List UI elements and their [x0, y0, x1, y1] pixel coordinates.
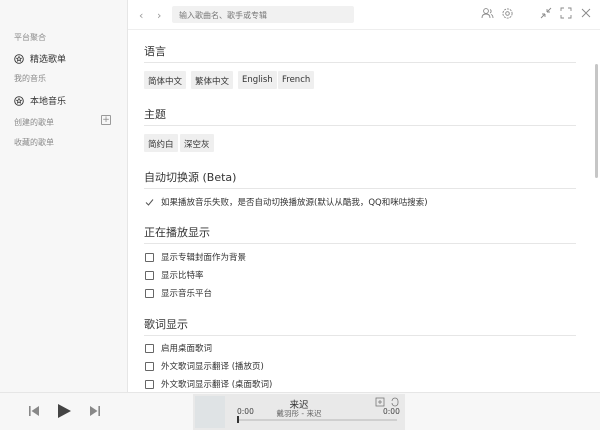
translate-lyrics-desktop-checkbox[interactable]: 外文歌词显示翻译 (桌面歌词) [145, 378, 272, 390]
close-icon[interactable] [580, 7, 592, 19]
sidebar-section-collected-playlists: 收藏的歌单 [14, 138, 54, 147]
now-playing-panel[interactable]: 来迟 戴羽彤 - 来迟 0:00 0:00 [193, 394, 405, 430]
language-option-traditional-chinese[interactable]: 繁体中文 [191, 71, 234, 89]
translate-lyrics-playpage-checkbox[interactable]: 外文歌词显示翻译 (播放页) [145, 360, 264, 372]
progress-bar[interactable] [237, 419, 397, 421]
play-icon[interactable] [57, 403, 72, 419]
user-icon[interactable] [481, 7, 494, 20]
checkbox-label: 显示专辑封面作为背景 [161, 253, 247, 263]
next-icon[interactable] [89, 405, 101, 417]
current-time: 0:00 [237, 407, 254, 416]
theme-option-dark[interactable]: 深空灰 [180, 134, 214, 152]
sidebar-item-label: 精选歌单 [30, 55, 67, 65]
language-option-simplified-chinese[interactable]: 简体中文 [144, 71, 187, 89]
checkbox-label: 外文歌词显示翻译 (桌面歌词) [161, 380, 273, 390]
section-title-autoswitch: 自动切换源 (Beta) [144, 171, 237, 184]
progress-handle[interactable] [237, 416, 239, 423]
sidebar-section-platform: 平台聚合 [14, 33, 46, 42]
checkmark-icon [145, 198, 154, 206]
checkbox-box [145, 252, 154, 262]
star-icon [14, 95, 24, 106]
add-to-playlist-icon[interactable] [375, 397, 385, 407]
section-title-language: 语言 [144, 45, 166, 58]
checkbox-box [145, 270, 154, 280]
language-option-english[interactable]: English [238, 71, 277, 89]
checkbox-box [145, 361, 154, 371]
scrollbar[interactable] [595, 64, 598, 178]
show-platform-checkbox[interactable]: 显示音乐平台 [145, 287, 212, 299]
checkbox-label: 如果播放音乐失败，是否自动切换播放源(默认从酷我，QQ和咪咕搜索) [161, 198, 428, 208]
checkbox-label: 显示音乐平台 [161, 289, 213, 299]
star-icon [14, 53, 24, 64]
shrink-icon[interactable] [540, 7, 552, 19]
theme-option-light[interactable]: 简约白 [144, 134, 178, 152]
checkbox-box [145, 288, 154, 298]
sidebar-section-created-playlists: 创建的歌单 [14, 118, 54, 127]
section-title-theme: 主题 [144, 108, 166, 121]
player-bar: 来迟 戴羽彤 - 来迟 0:00 0:00 [0, 392, 600, 430]
section-title-lyrics: 歌词显示 [144, 318, 188, 331]
repeat-icon[interactable] [390, 397, 400, 407]
checkbox-label: 显示比特率 [161, 271, 204, 281]
search-input[interactable]: 输入歌曲名、歌手或专辑 [172, 6, 354, 23]
settings-panel: 语言 简体中文 繁体中文 English French 主题 简约白 深空灰 自… [128, 31, 600, 392]
total-time: 0:00 [383, 407, 400, 416]
checkbox-box [145, 379, 154, 389]
sidebar-item-featured-playlists[interactable]: 精选歌单 [14, 52, 66, 65]
divider [144, 188, 576, 189]
song-artist: 戴羽彤 - 来迟 [276, 409, 322, 418]
autoswitch-checkbox[interactable]: 如果播放音乐失败，是否自动切换播放源(默认从酷我，QQ和咪咕搜索) [145, 196, 428, 208]
sidebar: 平台聚合 精选歌单 我的音乐 本地音乐 创建的歌单 + 收藏的歌单 [0, 0, 128, 392]
fullscreen-icon[interactable] [560, 7, 572, 19]
top-bar: ‹ › 输入歌曲名、歌手或专辑 [128, 0, 600, 30]
checkbox-box [145, 343, 154, 353]
show-bitrate-checkbox[interactable]: 显示比特率 [145, 269, 204, 281]
show-album-cover-checkbox[interactable]: 显示专辑封面作为背景 [145, 251, 246, 263]
checkbox-label: 外文歌词显示翻译 (播放页) [161, 362, 264, 372]
divider [144, 335, 576, 336]
checkbox-label: 启用桌面歌词 [161, 344, 213, 354]
gear-icon[interactable] [501, 7, 514, 20]
divider [144, 243, 576, 244]
forward-button[interactable]: › [157, 9, 161, 22]
desktop-lyrics-checkbox[interactable]: 启用桌面歌词 [145, 342, 212, 354]
previous-icon[interactable] [28, 405, 40, 417]
section-title-now-playing: 正在播放显示 [144, 226, 210, 239]
sidebar-item-label: 本地音乐 [30, 97, 67, 107]
language-option-french[interactable]: French [278, 71, 315, 89]
sidebar-section-my-music: 我的音乐 [14, 74, 46, 83]
divider [144, 125, 576, 126]
add-playlist-icon[interactable]: + [101, 115, 111, 125]
divider [144, 62, 576, 63]
sidebar-item-local-music[interactable]: 本地音乐 [14, 94, 66, 107]
back-button[interactable]: ‹ [139, 9, 143, 22]
